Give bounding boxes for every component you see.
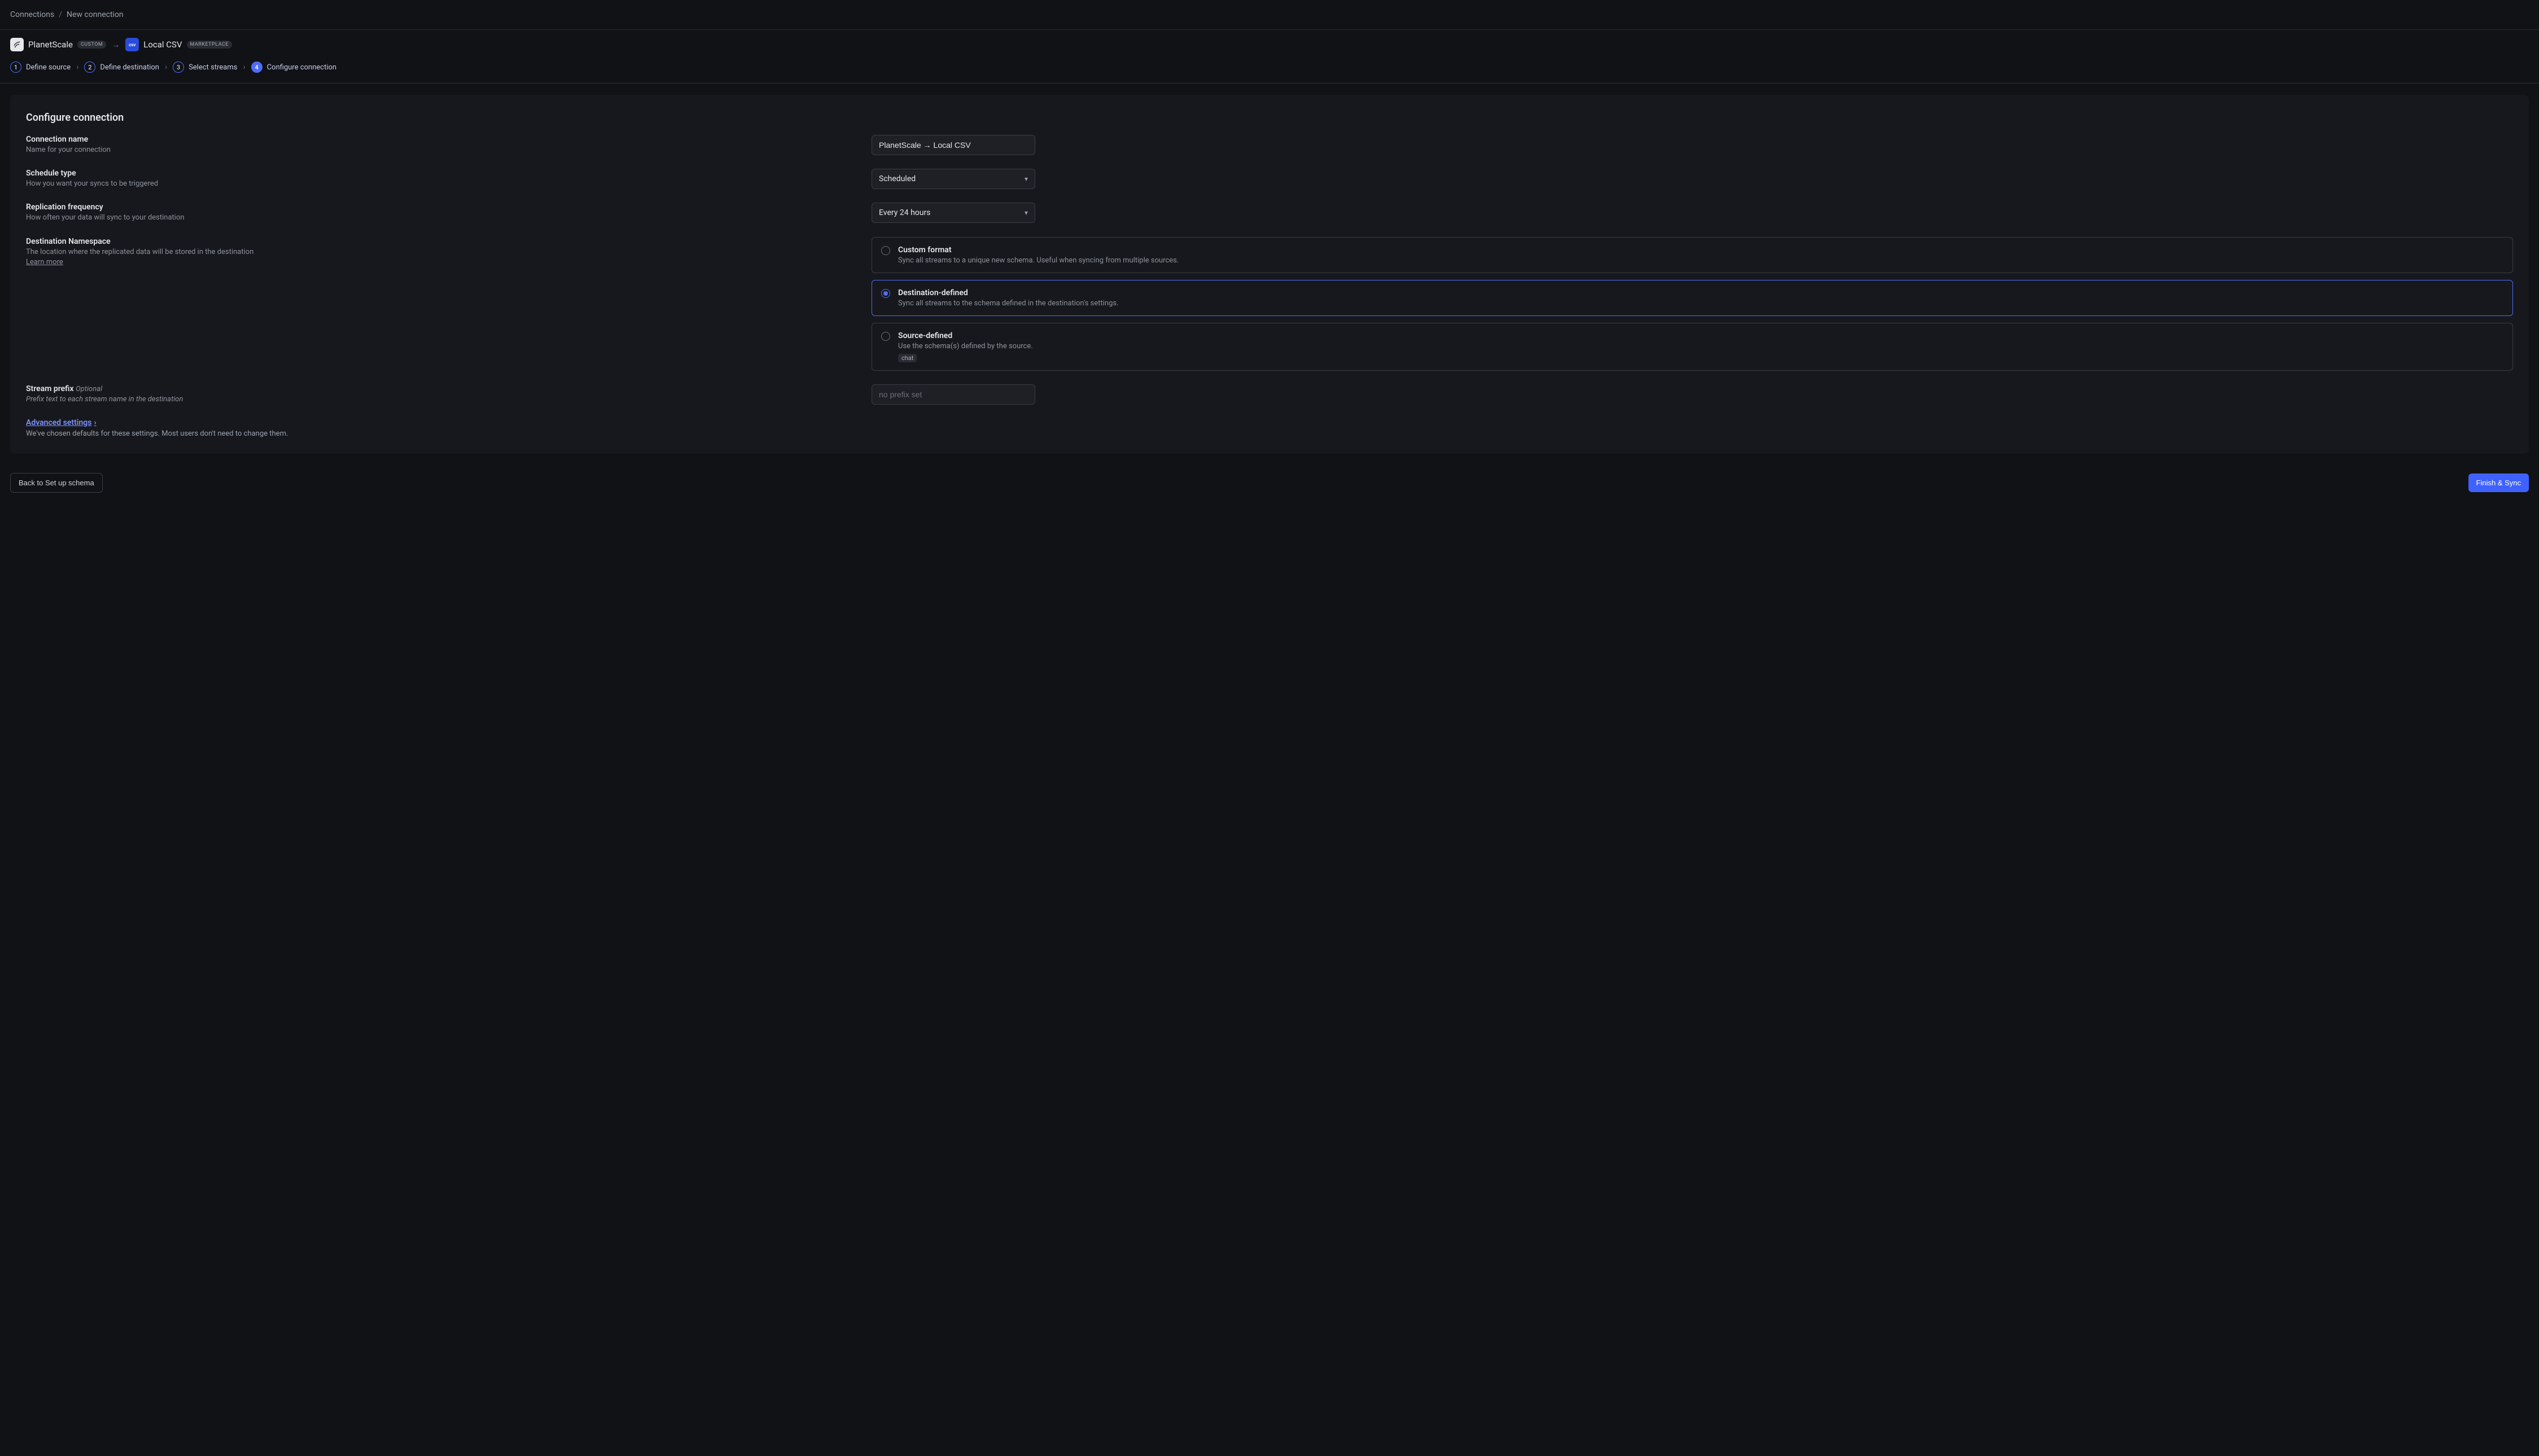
dest-name: Local CSV [143, 40, 182, 50]
chevron-right-icon: › [94, 418, 96, 427]
field-destination-namespace: Destination Namespace The location where… [26, 237, 2513, 371]
connection-name-input[interactable] [872, 135, 1035, 155]
breadcrumb: Connections / New connection [0, 0, 2539, 30]
field-label: Replication frequency [26, 203, 858, 212]
option-title: Custom format [898, 245, 2503, 255]
option-chip: chat [898, 354, 917, 362]
source-icon [10, 38, 24, 51]
namespace-option-custom[interactable]: Custom format Sync all streams to a uniq… [872, 237, 2513, 273]
source-tag: CUSTOM [77, 41, 106, 49]
namespace-radio-group: Custom format Sync all streams to a uniq… [872, 237, 2513, 371]
learn-more-link[interactable]: Learn more [26, 258, 63, 266]
field-label: Connection name [26, 135, 858, 144]
step-label: Define destination [100, 63, 159, 72]
source-chip: PlanetScale CUSTOM [10, 38, 106, 51]
arrow-right-icon: → [112, 40, 120, 50]
step-label: Define source [26, 63, 71, 72]
dest-tag: MARKETPLACE [187, 41, 232, 49]
step-configure-connection[interactable]: 4 Configure connection [251, 62, 336, 73]
optional-badge: Optional [76, 385, 102, 393]
radio-icon [881, 289, 890, 298]
option-desc: Use the schema(s) defined by the source. [898, 342, 2503, 350]
connection-header: PlanetScale CUSTOM → csv Local CSV MARKE… [0, 30, 2539, 56]
finish-sync-button[interactable]: Finish & Sync [2468, 473, 2529, 492]
option-title: Destination-defined [898, 288, 2503, 297]
replication-frequency-select[interactable]: Every 24 hours ▾ [872, 203, 1035, 223]
step-number: 3 [173, 62, 184, 73]
field-desc: How often your data will sync to your de… [26, 213, 858, 223]
stream-prefix-input[interactable] [872, 384, 1035, 405]
dest-icon: csv [125, 38, 139, 51]
field-desc: How you want your syncs to be triggered [26, 179, 858, 189]
advanced-settings-desc: We've chosen defaults for these settings… [26, 429, 2513, 438]
chevron-right-icon: › [165, 63, 167, 72]
step-number: 4 [251, 62, 262, 73]
field-desc: The location where the replicated data w… [26, 247, 858, 267]
source-name: PlanetScale [28, 40, 73, 50]
radio-icon [881, 332, 890, 341]
step-label: Select streams [189, 63, 237, 72]
field-connection-name: Connection name Name for your connection [26, 135, 2513, 155]
configure-panel: Configure connection Connection name Nam… [10, 95, 2529, 454]
step-number: 1 [10, 62, 21, 73]
back-button[interactable]: Back to Set up schema [10, 473, 103, 493]
option-title: Source-defined [898, 331, 2503, 340]
field-replication-frequency: Replication frequency How often your dat… [26, 203, 2513, 223]
namespace-option-destination[interactable]: Destination-defined Sync all streams to … [872, 280, 2513, 316]
field-label: Schedule type [26, 169, 858, 178]
footer: Back to Set up schema Finish & Sync [0, 464, 2539, 503]
field-label: Destination Namespace [26, 237, 858, 246]
stepper: 1 Define source › 2 Define destination ›… [0, 56, 2539, 84]
step-define-destination[interactable]: 2 Define destination [84, 62, 159, 73]
advanced-settings-row: Advanced settings › We've chosen default… [26, 418, 2513, 438]
field-stream-prefix: Stream prefix Optional Prefix text to ea… [26, 384, 2513, 405]
step-label: Configure connection [267, 63, 336, 72]
chevron-down-icon: ▾ [1025, 209, 1028, 217]
chevron-right-icon: › [243, 63, 245, 72]
field-desc: Prefix text to each stream name in the d… [26, 394, 858, 405]
option-desc: Sync all streams to a unique new schema.… [898, 256, 2503, 265]
breadcrumb-current: New connection [67, 10, 124, 19]
chevron-right-icon: › [76, 63, 78, 72]
advanced-settings-toggle[interactable]: Advanced settings › [26, 418, 97, 427]
field-desc: Name for your connection [26, 145, 858, 155]
option-desc: Sync all streams to the schema defined i… [898, 299, 2503, 308]
dest-chip: csv Local CSV MARKETPLACE [125, 38, 232, 51]
step-select-streams[interactable]: 3 Select streams [173, 62, 237, 73]
select-value: Every 24 hours [879, 208, 930, 217]
namespace-option-source[interactable]: Source-defined Use the schema(s) defined… [872, 323, 2513, 371]
chevron-down-icon: ▾ [1025, 175, 1028, 183]
select-value: Scheduled [879, 174, 916, 183]
field-schedule-type: Schedule type How you want your syncs to… [26, 169, 2513, 189]
panel-title: Configure connection [26, 112, 2513, 124]
step-number: 2 [84, 62, 95, 73]
breadcrumb-separator: / [59, 10, 62, 19]
schedule-type-select[interactable]: Scheduled ▾ [872, 169, 1035, 189]
breadcrumb-root[interactable]: Connections [10, 10, 54, 19]
radio-icon [881, 246, 890, 255]
step-define-source[interactable]: 1 Define source [10, 62, 71, 73]
field-label: Stream prefix Optional [26, 384, 858, 393]
